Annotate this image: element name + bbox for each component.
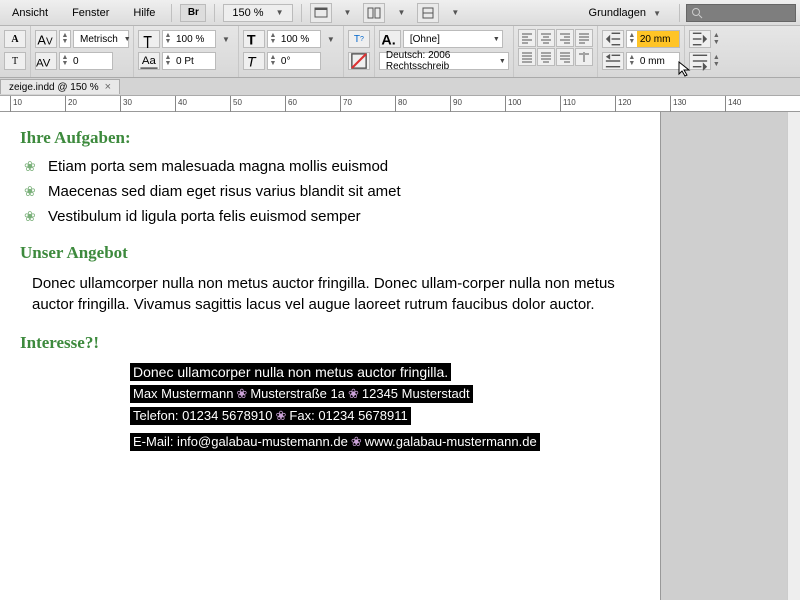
document-page[interactable]: Ihre Aufgaben: Etiam porta sem malesuada… [0, 112, 660, 600]
dropdown-arrow-icon[interactable]: ▼ [340, 8, 356, 17]
justify-right-button[interactable] [556, 48, 574, 66]
heading: Ihre Aufgaben: [20, 128, 640, 148]
left-indent-icon[interactable] [602, 30, 624, 48]
paragraph-align-group [518, 29, 593, 66]
align-justify-button[interactable] [575, 29, 593, 47]
char-mode-button[interactable]: A [4, 30, 26, 48]
no-break-icon[interactable] [348, 52, 370, 70]
tracking-field[interactable]: ▲▼ [59, 52, 113, 70]
close-tab-icon[interactable]: × [105, 81, 111, 93]
horizontal-ruler[interactable]: 102030405060708090100110120130140 [0, 96, 800, 112]
list-item: Maecenas sed diam eget risus varius blan… [48, 183, 640, 200]
skew-field[interactable]: ▲▼ [267, 52, 321, 70]
view-options-icon[interactable] [417, 3, 439, 23]
svg-text:A.: A. [381, 33, 395, 49]
svg-text:T: T [143, 34, 152, 49]
right-indent-icon[interactable] [689, 30, 711, 48]
help-icon[interactable]: T? [348, 30, 370, 48]
separator [214, 4, 215, 22]
arrange-icon[interactable] [363, 3, 385, 23]
baseline-field[interactable]: ▲▼ [162, 52, 216, 70]
align-spine-button[interactable] [575, 48, 593, 66]
first-line-indent-field[interactable]: ▲▼ [626, 52, 680, 70]
language-dropdown[interactable]: Deutsch: 2006 Rechtsschreib▼ [379, 52, 509, 70]
menu-help[interactable]: Hilfe [125, 3, 163, 23]
last-line-indent-icon[interactable] [689, 52, 711, 70]
dropdown-arrow-icon[interactable]: ▼ [447, 8, 463, 17]
vscale-field[interactable]: ▲▼ [162, 30, 216, 48]
vscale-icon[interactable]: T [138, 30, 160, 48]
heading: Unser Angebot [20, 243, 640, 263]
workspace-switcher[interactable]: Grundlagen ▼ [581, 3, 673, 23]
contact-line: Telefon: 01234 5678910❀Fax: 01234 567891… [130, 407, 411, 425]
tracking-icon[interactable]: AV [35, 52, 57, 70]
skew-icon[interactable]: T [243, 52, 265, 70]
zoom-level[interactable]: 150 %▼ [223, 4, 292, 22]
dropdown-arrow-icon[interactable]: ▼ [393, 8, 409, 17]
separator [679, 4, 680, 22]
svg-text:AV: AV [36, 58, 51, 70]
contact-line: E-Mail: info@galabau-mustemann.de❀www.ga… [130, 433, 540, 451]
separator [301, 4, 302, 22]
svg-text:T: T [247, 55, 257, 71]
list-item: Vestibulum id ligula porta felis euismod… [48, 208, 640, 225]
bullet-list: Etiam porta sem malesuada magna mollis e… [20, 158, 640, 225]
pasteboard [660, 112, 800, 600]
search-input[interactable] [686, 4, 796, 22]
svg-text:T: T [247, 33, 256, 49]
char-style-dropdown[interactable]: [Ohne]▼ [403, 30, 503, 48]
document-tab[interactable]: zeige.indd @ 150 %× [0, 79, 120, 94]
kerning-field[interactable]: ▲▼ [59, 30, 71, 48]
align-left-button[interactable] [518, 29, 536, 47]
svg-text:V: V [46, 37, 53, 48]
first-line-indent-icon[interactable] [602, 52, 624, 70]
justify-left-button[interactable] [518, 48, 536, 66]
menu-view[interactable]: Ansicht [4, 3, 56, 23]
fill-color-icon[interactable]: A. [379, 30, 401, 48]
align-right-button[interactable] [556, 29, 574, 47]
contact-line: Max Mustermann❀Musterstraße 1a❀12345 Mus… [130, 385, 473, 403]
bridge-button[interactable]: Br [180, 4, 206, 22]
align-center-button[interactable] [537, 29, 555, 47]
kerning-dropdown[interactable]: Metrisch▼ [73, 30, 129, 48]
para-mode-button[interactable]: T [4, 52, 26, 70]
menu-bar: Ansicht Fenster Hilfe Br 150 %▼ ▼ ▼ ▼ Gr… [0, 0, 800, 26]
document-tab-bar: zeige.indd @ 150 %× [0, 78, 800, 96]
body-paragraph: Donec ullamcorper nulla non metus auctor… [20, 273, 640, 315]
menu-window[interactable]: Fenster [64, 3, 117, 23]
baseline-icon[interactable]: Aa [138, 52, 160, 70]
contact-block: Donec ullamcorper nulla non metus auctor… [20, 363, 640, 455]
hscale-icon[interactable]: T [243, 30, 265, 48]
workspace: Ihre Aufgaben: Etiam porta sem malesuada… [0, 112, 800, 600]
left-indent-field[interactable]: ▲▼ [626, 30, 680, 48]
list-item: Etiam porta sem malesuada magna mollis e… [48, 158, 640, 175]
screen-mode-icon[interactable] [310, 3, 332, 23]
kerning-icon[interactable]: AV [35, 30, 57, 48]
vertical-scrollbar[interactable] [787, 112, 800, 600]
svg-text:Aa: Aa [142, 55, 157, 67]
hscale-field[interactable]: ▲▼ [267, 30, 321, 48]
separator [171, 4, 172, 22]
control-panel: A T AV ▲▼ Metrisch▼ AV ▲▼ T ▲▼▼ Aa ▲▼ T … [0, 26, 800, 78]
contact-line: Donec ullamcorper nulla non metus auctor… [130, 363, 451, 381]
heading: Interesse?! [20, 333, 640, 353]
justify-center-button[interactable] [537, 48, 555, 66]
